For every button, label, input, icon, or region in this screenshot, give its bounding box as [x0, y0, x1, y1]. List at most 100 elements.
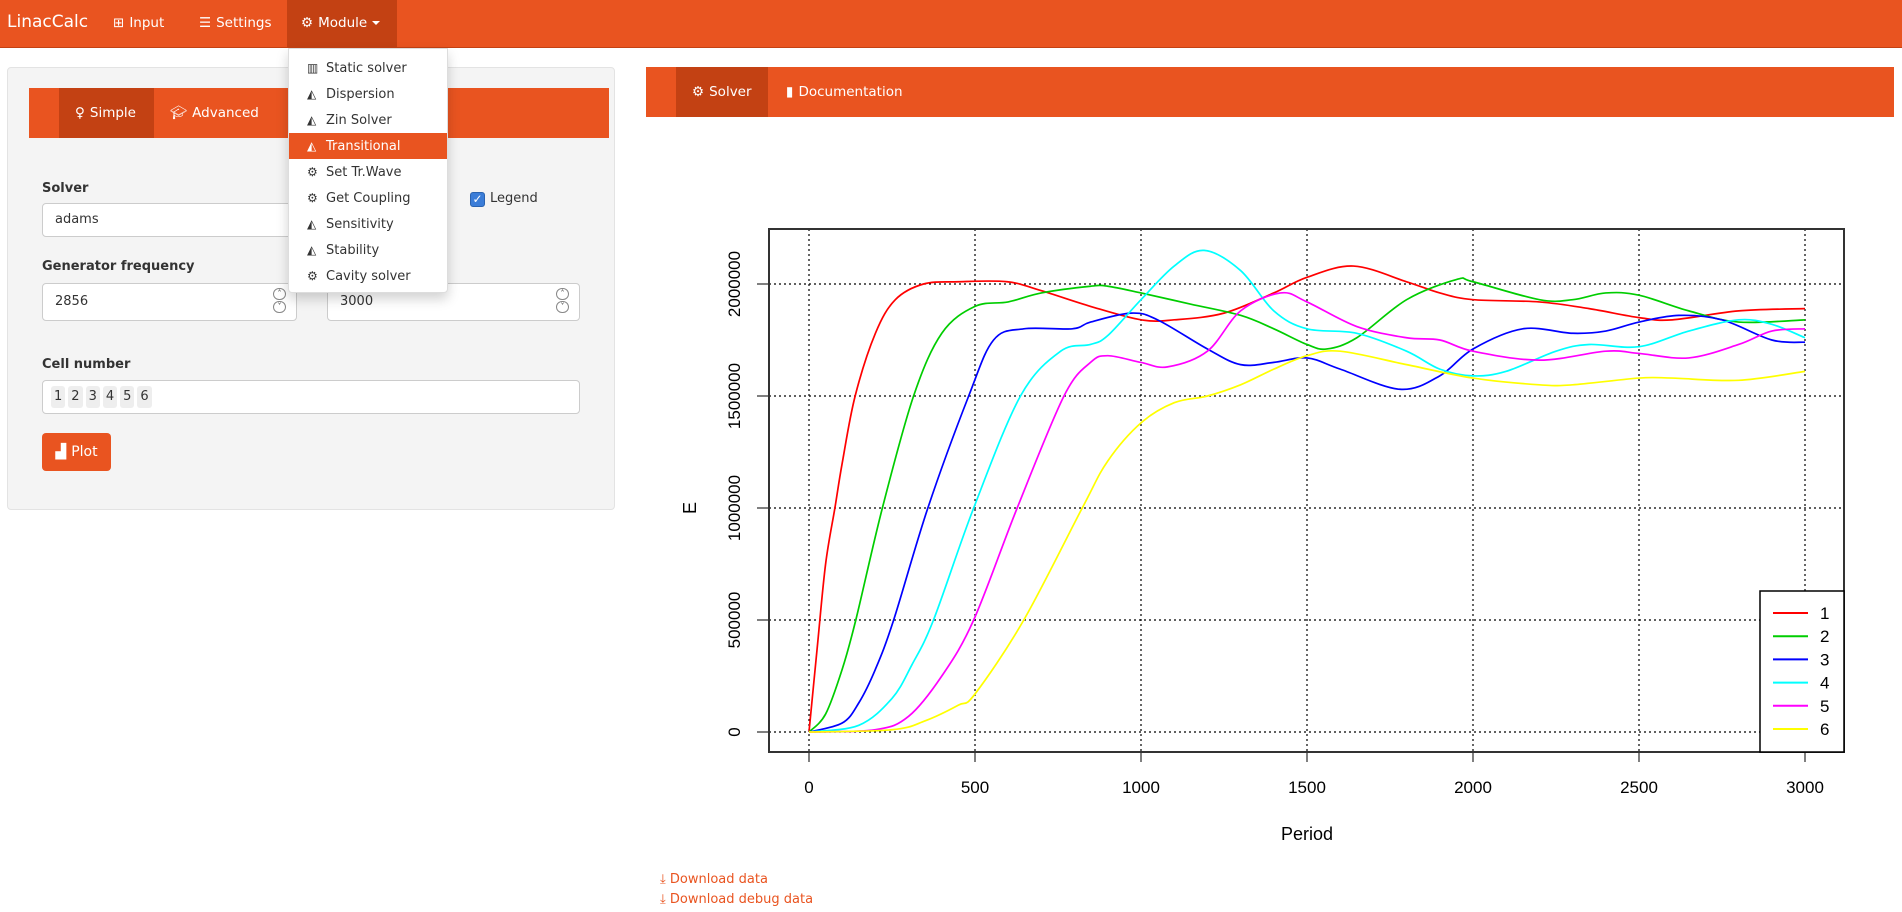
nav-label: Input	[129, 15, 165, 31]
menu-item-transitional[interactable]: ◭ Transitional	[289, 133, 447, 159]
y-tick-label: 500000	[725, 592, 744, 649]
menu-item-label: Get Coupling	[326, 191, 411, 206]
area-chart-icon: ◭	[307, 243, 317, 257]
solver-select[interactable]: adams	[42, 203, 302, 237]
menu-item-static-solver[interactable]: ▥ Static solver	[289, 55, 447, 81]
value: 2856	[55, 294, 89, 309]
graduation-cap-icon: 🎓︎	[170, 105, 188, 121]
series-line-6	[808, 349, 1806, 733]
menu-item-label: Zin Solver	[326, 113, 392, 128]
y-tick-label: 1000000	[725, 475, 744, 541]
download-data-link[interactable]: ⤓ Download data	[660, 872, 768, 887]
caret-down-icon	[372, 21, 381, 25]
area-chart-icon: ◭	[307, 139, 317, 153]
chevron-up-icon[interactable]: ˄	[273, 288, 286, 300]
nav-settings[interactable]: ☰ Settings	[185, 0, 285, 48]
series-line-3	[808, 312, 1806, 733]
cell-tag[interactable]: 5	[120, 385, 135, 408]
x-tick-label: 3000	[1786, 778, 1824, 797]
y-tick-label: 0	[725, 727, 744, 736]
file-icon: ▮	[786, 84, 794, 100]
child-icon: ♀	[75, 105, 85, 121]
menu-item-zin-solver[interactable]: ◭ Zin Solver	[289, 107, 447, 133]
area-chart-icon: ◭	[307, 113, 317, 127]
area-chart-icon: ▟	[55, 444, 67, 460]
menu-item-label: Sensitivity	[326, 217, 394, 232]
x-axis-label: Period	[1281, 824, 1333, 844]
download-debug-data-link[interactable]: ⤓ Download debug data	[660, 892, 813, 907]
menu-item-set-tr-wave[interactable]: ⚙ Set Tr.Wave	[289, 159, 447, 185]
menu-item-label: Static solver	[326, 61, 407, 76]
solver-label: Solver	[42, 181, 89, 196]
y-axis-label: E	[680, 502, 700, 514]
series-line-4	[808, 249, 1806, 733]
gear-icon: ⚙	[307, 191, 318, 205]
plot-frame	[768, 228, 1845, 753]
link-label: Download debug data	[669, 892, 814, 907]
bar-chart-icon: ▥	[307, 61, 319, 75]
cell-number-label: Cell number	[42, 357, 131, 372]
menu-item-label: Cavity solver	[326, 269, 411, 284]
nav-input[interactable]: ⊞ Input	[99, 0, 178, 48]
tab-simple[interactable]: ♀ Simple	[59, 88, 154, 138]
cell-tag[interactable]: 2	[68, 385, 83, 408]
x-tick-label: 1000	[1122, 778, 1160, 797]
legend-label: 1	[1820, 604, 1829, 623]
menu-item-label: Dispersion	[326, 87, 395, 102]
menu-item-stability[interactable]: ◭ Stability	[289, 237, 447, 263]
generator-frequency-label: Generator frequency	[42, 259, 195, 274]
x-tick-label: 2000	[1454, 778, 1492, 797]
legend-label: 6	[1820, 720, 1829, 739]
cell-tag[interactable]: 4	[102, 385, 118, 408]
legend-label: Legend	[490, 191, 538, 206]
tab-label: Simple	[89, 105, 136, 121]
download-icon: ⤓	[660, 872, 666, 887]
legend-checkbox[interactable]: ✓	[470, 192, 485, 207]
menu-item-label: Transitional	[326, 139, 401, 154]
gear-icon: ⚙	[307, 165, 318, 179]
navbar: LinacCalc ⊞ Input ☰ Settings ⚙ Module	[0, 0, 1902, 48]
tab-advanced[interactable]: 🎓︎ Advanced	[154, 88, 275, 138]
stepper[interactable]: ˄ ˅	[273, 288, 286, 313]
sliders-icon: ☰	[199, 15, 212, 31]
chevron-down-icon[interactable]: ˅	[556, 301, 569, 313]
value: 3000	[340, 294, 374, 309]
brand[interactable]: LinacCalc	[7, 12, 88, 32]
gear-icon: ⚙	[692, 84, 705, 100]
tab-documentation[interactable]: ▮ Documentation	[770, 67, 919, 117]
legend-label: 4	[1820, 674, 1829, 693]
area-chart-icon: ◭	[307, 87, 317, 101]
series-line-1	[808, 265, 1806, 733]
cogs-icon: ⚙	[301, 15, 314, 31]
menu-item-label: Set Tr.Wave	[326, 165, 402, 180]
area-chart-icon: ◭	[307, 217, 317, 231]
cell-tag[interactable]: 1	[51, 385, 66, 408]
menu-item-get-coupling[interactable]: ⚙ Get Coupling	[289, 185, 447, 211]
menu-item-label: Stability	[326, 243, 380, 258]
cell-tag[interactable]: 3	[85, 385, 100, 408]
series-line-5	[808, 291, 1806, 733]
legend-label: 5	[1820, 697, 1829, 716]
generator-frequency-input[interactable]: 2856 ˄ ˅	[42, 283, 297, 321]
chevron-down-icon[interactable]: ˅	[273, 301, 286, 313]
tab-solver[interactable]: ⚙ Solver	[676, 67, 768, 117]
nav-module[interactable]: ⚙ Module	[287, 0, 397, 48]
stepper[interactable]: ˄ ˅	[556, 288, 569, 313]
x-tick-label: 0	[804, 778, 813, 797]
x-tick-label: 2500	[1620, 778, 1658, 797]
table-icon: ⊞	[113, 15, 125, 31]
legend-box	[1759, 590, 1845, 753]
cell-tag[interactable]: 6	[137, 385, 152, 408]
y-tick-label: 2000000	[725, 251, 744, 317]
cell-number-input[interactable]: 123456	[42, 380, 580, 414]
chevron-up-icon[interactable]: ˄	[556, 288, 569, 300]
link-label: Download data	[669, 872, 768, 887]
menu-item-dispersion[interactable]: ◭ Dispersion	[289, 81, 447, 107]
plot-button[interactable]: ▟ Plot	[42, 433, 111, 471]
gear-icon: ⚙	[307, 269, 318, 283]
menu-item-cavity-solver[interactable]: ⚙ Cavity solver	[289, 263, 447, 289]
y-tick-label: 1500000	[725, 363, 744, 429]
legend-label: 2	[1820, 627, 1829, 646]
menu-item-sensitivity[interactable]: ◭ Sensitivity	[289, 211, 447, 237]
nav-label: Module	[318, 15, 368, 31]
